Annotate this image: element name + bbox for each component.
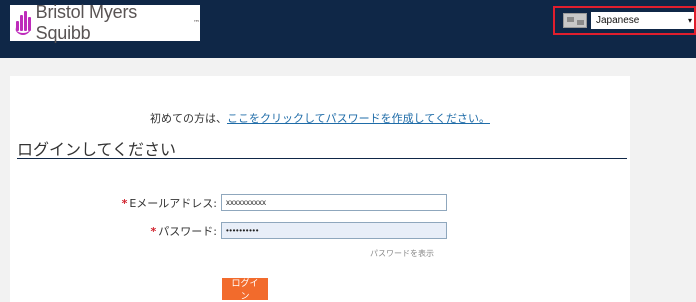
email-label: * Eメールアドレス:: [122, 195, 217, 211]
create-password-link[interactable]: ここをクリックしてパスワードを作成してください。: [227, 112, 490, 125]
title-divider: [17, 158, 627, 159]
bms-logo[interactable]: Bristol Myers Squibb ™: [10, 2, 200, 43]
first-time-notice: 初めての方は、ここをクリックしてパスワードを作成してください。: [10, 110, 630, 126]
password-label: * パスワード:: [151, 223, 217, 239]
password-value: ••••••••••: [226, 226, 260, 235]
login-button[interactable]: ログイン: [222, 278, 268, 301]
logo-trademark: ™: [193, 19, 200, 27]
email-value: xxxxxxxxxx: [226, 198, 266, 207]
show-password-toggle[interactable]: パスワードを表示: [370, 248, 434, 259]
first-time-prefix: 初めての方は、: [149, 112, 227, 125]
password-label-text: パスワード:: [158, 225, 217, 238]
required-marker: *: [150, 225, 157, 238]
language-dropdown[interactable]: Japanese ▾: [591, 12, 694, 29]
logo-text: Bristol Myers Squibb: [35, 2, 138, 43]
chevron-down-icon[interactable]: ▾: [688, 16, 692, 25]
required-marker: *: [121, 197, 128, 210]
language-selector[interactable]: Japanese ▾: [553, 6, 696, 35]
site-header: Bristol Myers Squibb ™ Japanese ▾: [0, 0, 696, 58]
world-map-flag-icon: [563, 13, 587, 28]
email-field[interactable]: xxxxxxxxxx: [221, 194, 447, 211]
email-label-text: Eメールアドレス:: [129, 197, 217, 210]
language-selected-value: Japanese: [596, 15, 640, 26]
login-panel: 初めての方は、ここをクリックしてパスワードを作成してください。 ログインしてくだ…: [10, 76, 630, 302]
bms-logo-mark-icon: [15, 11, 32, 35]
page-title: ログインしてください: [17, 140, 177, 159]
password-field[interactable]: ••••••••••: [221, 222, 447, 239]
